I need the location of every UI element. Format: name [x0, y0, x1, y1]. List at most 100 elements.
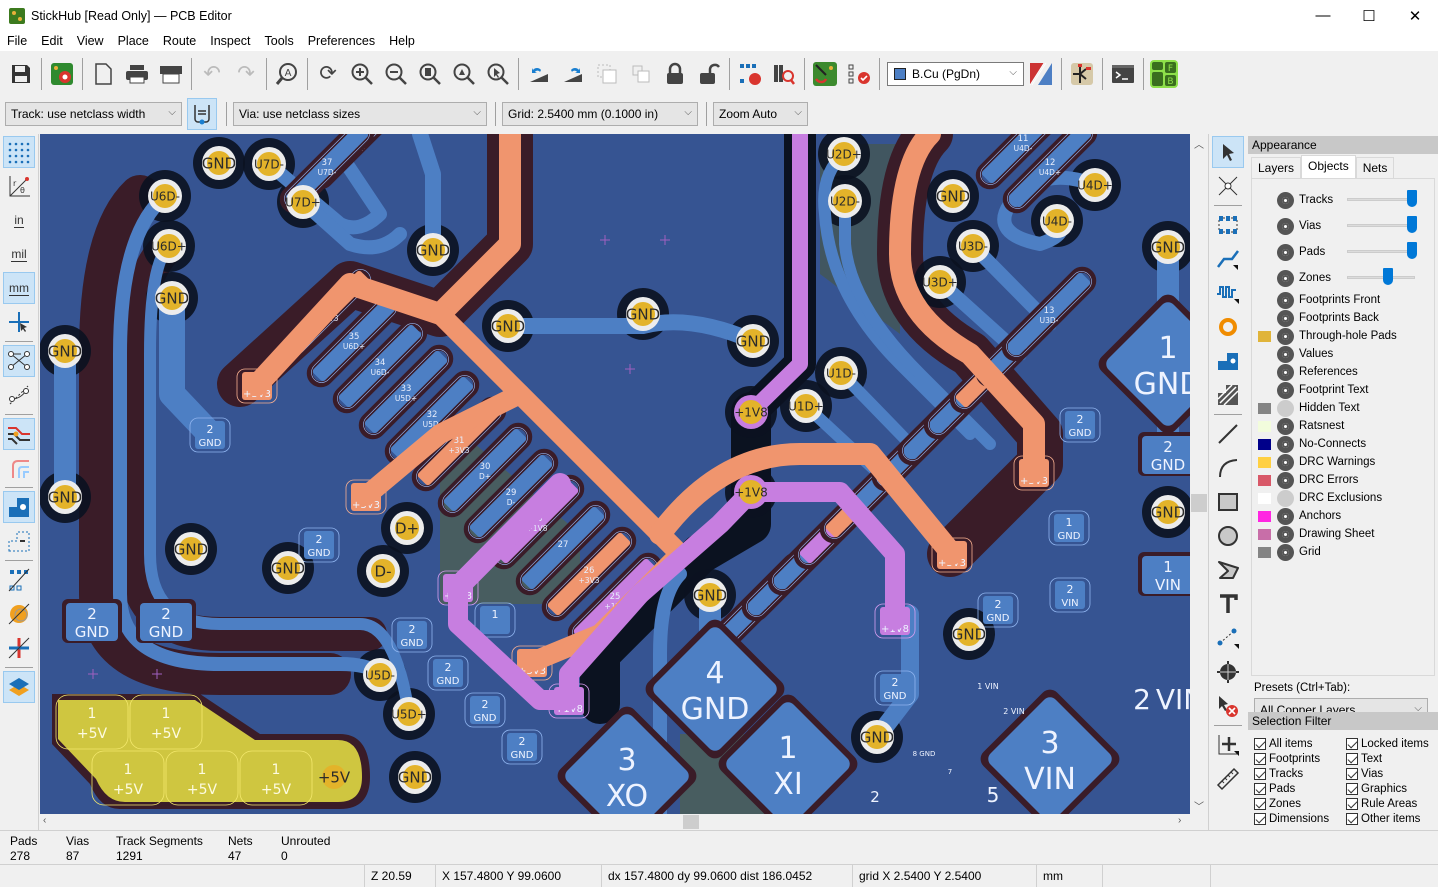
draw-arc-tool[interactable]: [1212, 452, 1244, 484]
zoom-objects-button[interactable]: [447, 57, 481, 91]
eye-icon[interactable]: [1277, 191, 1294, 209]
add-dimension-tool[interactable]: [1212, 622, 1244, 654]
board-layers-view-button[interactable]: FB: [1147, 57, 1181, 91]
slider-handle[interactable]: [1407, 242, 1417, 259]
menu-file[interactable]: File: [0, 34, 34, 48]
select-tool[interactable]: [1212, 136, 1244, 168]
show-schematic-button[interactable]: [1065, 57, 1099, 91]
object-row[interactable]: Zones: [1252, 265, 1434, 291]
close-button[interactable]: ✕: [1392, 0, 1438, 31]
menu-route[interactable]: Route: [156, 34, 203, 48]
eye-hidden-icon[interactable]: [1277, 489, 1294, 507]
active-layer-select[interactable]: B.Cu (PgDn) ⌵: [887, 61, 1024, 86]
scroll-right-icon[interactable]: ›: [1178, 815, 1181, 826]
ungroup-button[interactable]: [624, 57, 658, 91]
eye-icon[interactable]: [1277, 507, 1294, 525]
horizontal-scrollbar[interactable]: ‹ ›: [40, 814, 1190, 830]
draw-circle-tool[interactable]: [1212, 520, 1244, 552]
group-button[interactable]: [590, 57, 624, 91]
object-row[interactable]: Tracks: [1252, 187, 1434, 213]
ratsnest-toggle[interactable]: [3, 345, 35, 377]
object-color-swatch[interactable]: [1258, 438, 1271, 450]
redraw-button[interactable]: ⟳: [311, 57, 345, 91]
object-color-swatch[interactable]: [1258, 402, 1271, 414]
filter-item[interactable]: All items: [1254, 736, 1346, 751]
drc-button[interactable]: [842, 57, 876, 91]
object-row[interactable]: Footprints Front: [1252, 291, 1434, 309]
update-pcb-button[interactable]: [808, 57, 842, 91]
opacity-slider[interactable]: [1347, 268, 1415, 285]
zoom-selection-button[interactable]: [481, 57, 515, 91]
via-outline-toggle[interactable]: [3, 598, 35, 630]
cursor-style-button[interactable]: [3, 306, 35, 338]
filter-item[interactable]: Tracks: [1254, 766, 1346, 781]
zoom-in-button[interactable]: [345, 57, 379, 91]
scroll-left-icon[interactable]: ‹: [43, 815, 46, 826]
filter-item[interactable]: Rule Areas: [1346, 796, 1438, 811]
checkbox-checked[interactable]: [1346, 767, 1358, 780]
filter-item[interactable]: Graphics: [1346, 781, 1438, 796]
rotate-cw-button[interactable]: [556, 57, 590, 91]
eye-icon[interactable]: [1277, 269, 1294, 287]
eye-icon[interactable]: [1277, 327, 1294, 345]
eye-hidden-icon[interactable]: [1277, 399, 1294, 417]
checkbox-checked[interactable]: [1346, 752, 1358, 765]
footprint-editor-button[interactable]: [733, 57, 767, 91]
object-row[interactable]: Grid: [1252, 543, 1434, 561]
filter-item[interactable]: Zones: [1254, 796, 1346, 811]
checkbox-checked[interactable]: [1346, 737, 1358, 750]
redo-button[interactable]: ↷: [229, 57, 263, 91]
object-row[interactable]: Pads: [1252, 239, 1434, 265]
units-mils-button[interactable]: mil: [3, 238, 35, 270]
checkbox-checked[interactable]: [1346, 797, 1358, 810]
delete-tool[interactable]: [1212, 690, 1244, 722]
checkbox-checked[interactable]: [1346, 782, 1358, 795]
eye-icon[interactable]: [1277, 471, 1294, 489]
track-outline-toggle[interactable]: [3, 632, 35, 664]
add-text-tool[interactable]: [1212, 588, 1244, 620]
object-row[interactable]: Through-hole Pads: [1252, 327, 1434, 345]
object-color-swatch[interactable]: [1258, 528, 1271, 540]
object-color-swatch[interactable]: [1258, 420, 1271, 432]
eye-icon[interactable]: [1277, 543, 1294, 561]
track-width-select[interactable]: Track: use netclass width ⌵: [5, 102, 182, 126]
eye-icon[interactable]: [1277, 309, 1294, 327]
route-track-tool[interactable]: [1212, 243, 1244, 275]
pcb-view[interactable]: 38U7D+37U7D-36+3V335U6D+34U6D-33U5D+32U5…: [40, 134, 1190, 814]
zoom-select[interactable]: Zoom Auto ⌵: [713, 102, 808, 126]
eye-icon[interactable]: [1277, 217, 1294, 235]
minimize-button[interactable]: —: [1300, 0, 1346, 31]
vertical-scrollbar[interactable]: ︿ ﹀: [1190, 134, 1208, 814]
footprint-browser-button[interactable]: [767, 57, 801, 91]
object-row[interactable]: DRC Exclusions: [1252, 489, 1434, 507]
add-via-tool[interactable]: [1212, 311, 1244, 343]
pcb-canvas[interactable]: 38U7D+37U7D-36+3V335U6D+34U6D-33U5D+32U5…: [40, 134, 1190, 814]
grid-select[interactable]: Grid: 2.5400 mm (0.1000 in) ⌵: [502, 102, 698, 126]
menu-view[interactable]: View: [70, 34, 111, 48]
menu-preferences[interactable]: Preferences: [301, 34, 382, 48]
grid-origin-tool[interactable]: [1212, 729, 1244, 761]
checkbox-checked[interactable]: [1346, 812, 1358, 825]
filter-item[interactable]: Vias: [1346, 766, 1438, 781]
find-button[interactable]: A: [270, 57, 304, 91]
draw-line-tool[interactable]: [1212, 418, 1244, 450]
rotate-ccw-button[interactable]: [522, 57, 556, 91]
menu-place[interactable]: Place: [111, 34, 156, 48]
slider-handle[interactable]: [1407, 190, 1417, 207]
object-row[interactable]: Ratsnest: [1252, 417, 1434, 435]
object-row[interactable]: Values: [1252, 345, 1434, 363]
object-row[interactable]: Footprints Back: [1252, 309, 1434, 327]
curved-ratsnest-toggle[interactable]: [3, 379, 35, 411]
object-row[interactable]: Anchors: [1252, 507, 1434, 525]
object-color-swatch[interactable]: [1258, 546, 1271, 558]
filter-item[interactable]: Text: [1346, 751, 1438, 766]
eye-icon[interactable]: [1277, 417, 1294, 435]
filter-item[interactable]: Locked items: [1346, 736, 1438, 751]
eye-icon[interactable]: [1277, 381, 1294, 399]
menu-edit[interactable]: Edit: [34, 34, 70, 48]
maximize-button[interactable]: ☐: [1346, 0, 1392, 31]
scroll-down-icon[interactable]: ﹀: [1194, 798, 1204, 813]
object-row[interactable]: DRC Warnings: [1252, 453, 1434, 471]
undo-button[interactable]: ↶: [195, 57, 229, 91]
footprint-outline-toggle[interactable]: [3, 564, 35, 596]
